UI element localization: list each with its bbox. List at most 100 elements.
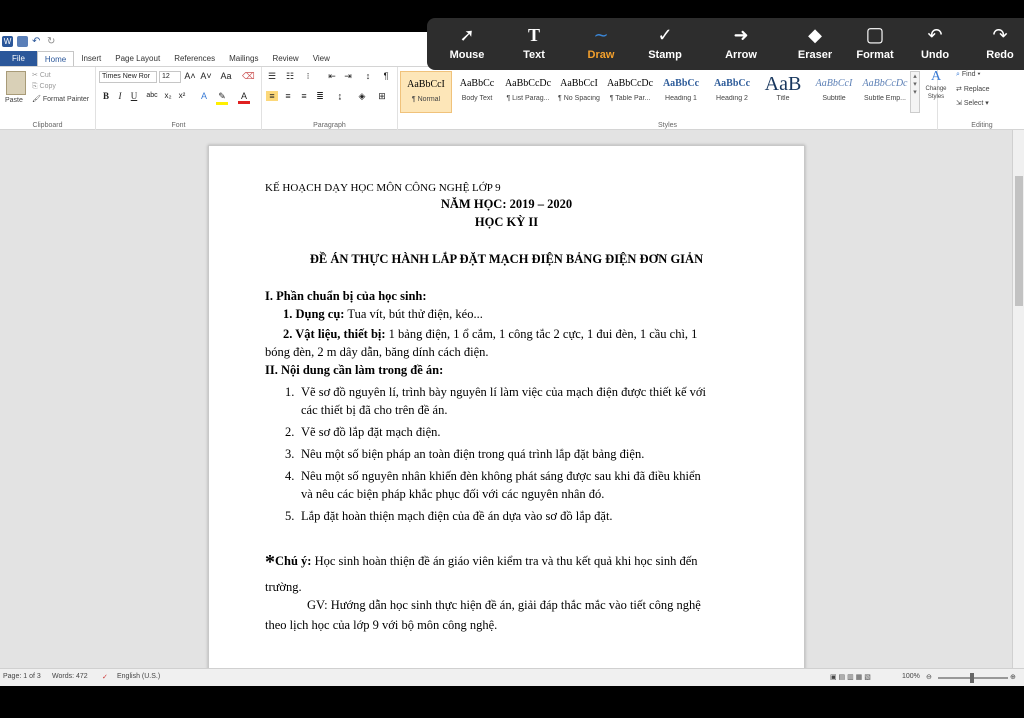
tool-text-button[interactable]: T Text	[504, 24, 564, 68]
shading-icon[interactable]: ◈	[356, 91, 368, 102]
borders-icon[interactable]: ⊞	[376, 91, 388, 102]
bold-icon[interactable]: B	[100, 91, 112, 101]
tab-page-layout[interactable]: Page Layout	[108, 51, 167, 66]
save-icon[interactable]	[17, 35, 28, 47]
tab-references[interactable]: References	[167, 51, 222, 66]
tab-file[interactable]: File	[0, 51, 37, 66]
style-preview: AaBbCc	[713, 78, 751, 89]
tab-home[interactable]: Home	[36, 51, 75, 66]
increase-indent-icon[interactable]: ⇥	[342, 71, 354, 82]
pilcrow-icon[interactable]: ¶	[380, 71, 392, 81]
scrollbar-thumb[interactable]	[1015, 176, 1023, 306]
grow-font-icon[interactable]: A˄	[184, 71, 196, 81]
tool-draw-button[interactable]: ∼ Draw	[571, 24, 631, 68]
style-item[interactable]: AaBbCcDc ¶ List Parag...	[502, 71, 554, 113]
vertical-scrollbar[interactable]	[1012, 130, 1024, 668]
style-item[interactable]: AaB Title	[757, 71, 809, 113]
view-buttons[interactable]: ▣ ▤ ▥ ▦ ▧	[830, 673, 871, 681]
italic-icon[interactable]: I	[114, 91, 126, 101]
tool-eraser-button[interactable]: ◆ Eraser	[785, 24, 845, 68]
style-name: Body Text	[461, 95, 493, 102]
text-effects-icon[interactable]: A	[198, 91, 210, 101]
undo-icon[interactable]: ↶	[32, 36, 43, 47]
bullets-icon[interactable]: ☰	[266, 71, 278, 82]
line-spacing-icon[interactable]: ↨	[334, 91, 346, 101]
justify-icon[interactable]: ≣	[314, 91, 326, 102]
proofing-icon[interactable]: ✓	[102, 673, 108, 681]
note-star: *	[265, 551, 275, 573]
multilevel-icon[interactable]: ⁝	[302, 71, 314, 82]
gallery-scroll[interactable]: ▴ ▾ ▾	[910, 71, 920, 113]
style-item[interactable]: AaBbCcI Subtitle	[808, 71, 860, 113]
change-case-icon[interactable]: Aa	[220, 71, 232, 81]
find-icon: ⌕	[956, 71, 960, 78]
cut-button[interactable]: ✂ Cut	[32, 71, 51, 79]
style-name: Heading 1	[665, 95, 697, 102]
strikethrough-icon[interactable]: abc	[146, 92, 158, 99]
highlight-icon[interactable]: ✎	[216, 91, 228, 105]
style-item[interactable]: AaBbCcI ¶ No Spacing	[553, 71, 605, 113]
subscript-icon[interactable]: x₂	[162, 91, 174, 100]
language[interactable]: English (U.S.)	[117, 673, 160, 680]
tool-undo-button[interactable]: ↶ Undo	[905, 24, 965, 68]
style-item[interactable]: AaBbCc Heading 1	[655, 71, 707, 113]
tab-review[interactable]: Review	[265, 51, 305, 66]
list-item-1-cont: các thiết bị đã cho trên đề án.	[301, 403, 448, 417]
tool-label: Redo	[986, 49, 1014, 61]
replace-label: Replace	[963, 86, 990, 93]
paste-icon[interactable]	[6, 71, 26, 95]
tab-insert[interactable]: Insert	[74, 51, 108, 66]
style-preview: AaBbCcDc	[606, 78, 654, 89]
style-item[interactable]: AaBbCcDc ¶ Table Par...	[604, 71, 656, 113]
screen: W ↶ ↻ File Home Insert Page Layout Refer…	[0, 0, 1024, 718]
tool-stamp-button[interactable]: ✓ Stamp	[635, 24, 695, 68]
font-name-select[interactable]: Times New Ror	[99, 71, 157, 83]
style-item[interactable]: AaBbCcI ¶ Normal	[400, 71, 452, 113]
style-item[interactable]: AaBbCcDc Subtle Emp...	[859, 71, 911, 113]
tab-mailings[interactable]: Mailings	[222, 51, 265, 66]
replace-button[interactable]: ⇄ Replace	[956, 85, 990, 93]
shrink-font-icon[interactable]: A˅	[200, 71, 212, 81]
style-preview: AaBbCc	[662, 78, 700, 89]
header-line: KẾ HOẠCH DẠY HỌC MÔN CÔNG NGHỆ LỚP 9	[265, 182, 501, 194]
tab-view[interactable]: View	[306, 51, 337, 66]
word-count[interactable]: Words: 472	[52, 673, 88, 680]
zoom-level[interactable]: 100%	[902, 673, 920, 680]
tool-mouse-button[interactable]: ➚ Mouse	[437, 24, 497, 68]
underline-icon[interactable]: U	[128, 91, 140, 101]
format-painter-button[interactable]: 🖌 Format Painter	[32, 95, 89, 103]
document-page[interactable]: KẾ HOẠCH DẠY HỌC MÔN CÔNG NGHỆ LỚP 9 NĂM…	[208, 145, 805, 668]
zoom-in-icon[interactable]: ⊕	[1010, 673, 1016, 681]
align-right-icon[interactable]: ≡	[298, 91, 310, 101]
align-center-icon[interactable]: ≡	[282, 91, 294, 101]
tool-redo-button[interactable]: ↷ Redo	[970, 24, 1024, 68]
style-preview: AaBbCcI	[815, 78, 853, 89]
paste-button[interactable]: Paste	[5, 97, 23, 104]
document-canvas[interactable]: KẾ HOẠCH DẠY HỌC MÔN CÔNG NGHỆ LỚP 9 NĂM…	[0, 130, 1012, 668]
cursor-icon: ➚	[459, 25, 475, 45]
select-button[interactable]: ⇲ Select ▾	[956, 99, 989, 107]
copy-button[interactable]: ⎘ Copy	[32, 83, 56, 91]
align-left-icon[interactable]: ≡	[266, 91, 278, 101]
decrease-indent-icon[interactable]: ⇤	[326, 71, 338, 82]
status-bar: Page: 1 of 3 Words: 472 ✓ English (U.S.)…	[0, 668, 1024, 686]
zoom-slider-thumb[interactable]	[970, 673, 974, 683]
redo-icon[interactable]: ↻	[47, 36, 58, 47]
tool-format-button[interactable]: ▢ Format	[845, 24, 905, 68]
clear-format-icon[interactable]: ⌫	[242, 71, 255, 82]
style-name: Subtitle	[822, 95, 846, 102]
find-button[interactable]: ⌕ Find ▾	[956, 71, 980, 79]
style-item[interactable]: AaBbCc Heading 2	[706, 71, 758, 113]
zoom-out-icon[interactable]: ⊖	[926, 673, 932, 681]
sort-icon[interactable]: ↕	[362, 71, 374, 81]
change-styles-button[interactable]: A Change Styles	[920, 69, 952, 101]
numbering-icon[interactable]: ☷	[284, 71, 296, 82]
tool-label: Format	[856, 49, 894, 61]
tool-label: Draw	[587, 49, 615, 61]
font-size-select[interactable]: 12	[159, 71, 181, 83]
font-color-icon[interactable]: A	[238, 91, 250, 104]
page-count[interactable]: Page: 1 of 3	[3, 673, 41, 680]
style-item[interactable]: AaBbCc Body Text	[451, 71, 503, 113]
superscript-icon[interactable]: x²	[176, 91, 188, 100]
tool-arrow-button[interactable]: ➜ Arrow	[711, 24, 771, 68]
